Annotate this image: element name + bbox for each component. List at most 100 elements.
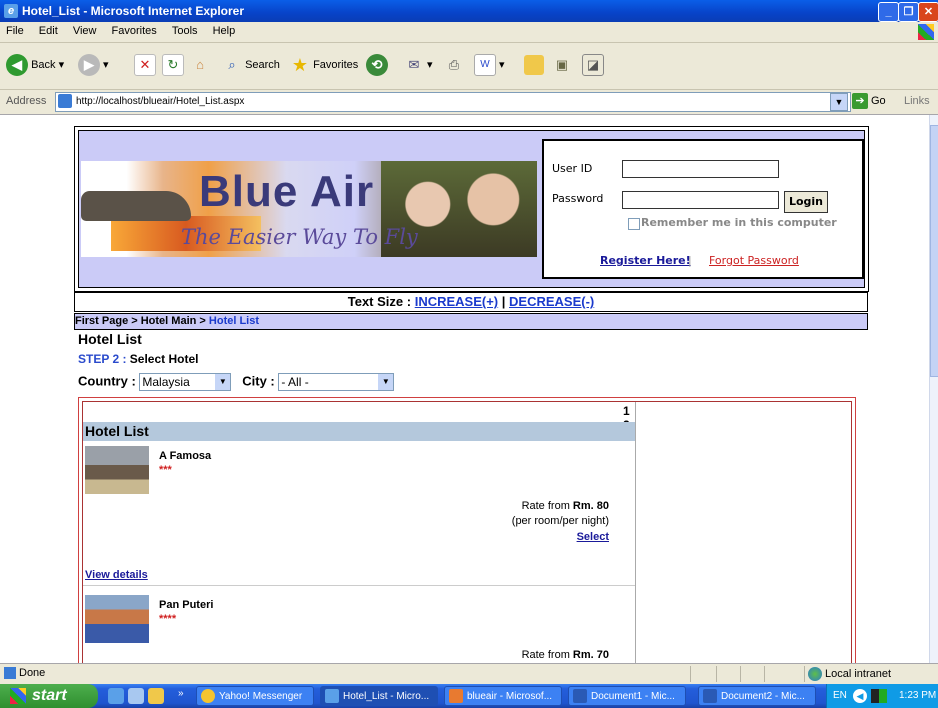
- rate-value: Rm. 70: [572, 649, 609, 661]
- menu-edit[interactable]: Edit: [33, 22, 64, 37]
- chevron-down-icon: ▼: [215, 374, 231, 390]
- menu-favorites[interactable]: Favorites: [106, 22, 163, 37]
- text-size-separator: |: [498, 294, 510, 309]
- vertical-scrollbar[interactable]: [929, 115, 938, 663]
- forgot-password-link[interactable]: Forgot Password: [709, 254, 799, 267]
- taskbar-button-document2[interactable]: Document2 - Mic...: [698, 686, 816, 706]
- minimize-button[interactable]: _: [878, 2, 899, 22]
- address-url: http://localhost/blueair/Hotel_List.aspx: [76, 96, 245, 107]
- address-bar: Address http://localhost/blueair/Hotel_L…: [0, 90, 938, 115]
- address-label: Address: [6, 95, 47, 107]
- menu-view[interactable]: View: [67, 22, 103, 37]
- ie-quicklaunch-icon[interactable]: [108, 688, 124, 704]
- print-button[interactable]: ⎙: [444, 51, 464, 79]
- page-icon: [4, 667, 16, 680]
- chevron-right-icon[interactable]: »: [178, 688, 184, 699]
- folder-button[interactable]: [524, 51, 544, 79]
- close-button[interactable]: ✕: [918, 2, 938, 22]
- history-button[interactable]: ⟲: [366, 51, 388, 79]
- view-details-link[interactable]: View details: [85, 569, 148, 581]
- address-input[interactable]: http://localhost/blueair/Hotel_List.aspx: [55, 92, 851, 112]
- network-icon[interactable]: [871, 689, 887, 703]
- menu-help[interactable]: Help: [207, 22, 242, 37]
- text-size-bar: Text Size : INCREASE(+) | DECREASE(-): [74, 292, 868, 312]
- city-select[interactable]: - All - ▼: [278, 373, 395, 391]
- folder-icon: [524, 55, 544, 76]
- word-icon: [573, 689, 587, 703]
- hotel-list-frame: 1 2 Hotel List A Famosa *** Rate from Rm…: [78, 397, 856, 663]
- login-button[interactable]: Login: [784, 191, 828, 213]
- remember-me-checkbox[interactable]: [628, 218, 640, 230]
- increase-text-link[interactable]: INCREASE(+): [415, 294, 498, 309]
- forward-arrow-icon: ▶: [78, 54, 100, 77]
- taskbar-label: Document1 - Mic...: [591, 691, 675, 702]
- ie-icon: e: [4, 4, 18, 18]
- back-arrow-tray-icon[interactable]: ◀: [853, 689, 867, 703]
- taskbar: start » Yahoo! Messenger Hotel_List - Mi…: [0, 684, 938, 708]
- userid-field[interactable]: [622, 160, 779, 178]
- globe-icon: [808, 667, 822, 681]
- window-title: Hotel_List - Microsoft Internet Explorer: [22, 4, 245, 18]
- history-icon: ⟲: [366, 54, 388, 77]
- favorites-button[interactable]: ★ Favorites: [290, 51, 358, 79]
- mail-button[interactable]: ✉ ▾: [404, 51, 433, 79]
- go-label: Go: [871, 95, 886, 107]
- menu-file[interactable]: File: [0, 22, 30, 37]
- breadcrumb-sep: >: [196, 315, 209, 327]
- edit-button[interactable]: W ▾: [474, 51, 505, 79]
- search-button[interactable]: ⌕ Search: [222, 51, 280, 79]
- explorer-quicklaunch-icon[interactable]: [148, 688, 164, 704]
- go-button[interactable]: ➔ Go: [852, 93, 886, 109]
- taskbar-button-blueair[interactable]: blueair - Microsof...: [444, 686, 562, 706]
- back-button[interactable]: ◀ Back ▾: [6, 51, 64, 79]
- taskbar-button-yahoo[interactable]: Yahoo! Messenger: [196, 686, 314, 706]
- decrease-text-link[interactable]: DECREASE(-): [509, 294, 594, 309]
- home-button[interactable]: ⌂: [190, 51, 210, 79]
- back-arrow-icon: ◀: [6, 54, 28, 77]
- security-zone: Local intranet: [808, 667, 891, 681]
- register-link[interactable]: Register Here!: [600, 254, 691, 267]
- menu-bar: File Edit View Favorites Tools Help: [0, 22, 938, 43]
- text-size-label: Text Size :: [347, 294, 415, 309]
- password-field[interactable]: [622, 191, 779, 209]
- scrollbar-thumb[interactable]: [930, 125, 938, 377]
- taskbar-button-hotel-list[interactable]: Hotel_List - Micro...: [320, 686, 438, 706]
- show-desktop-icon[interactable]: [128, 688, 144, 704]
- hotel-photo[interactable]: [85, 446, 149, 494]
- select-hotel-link[interactable]: Select: [577, 531, 609, 543]
- address-dropdown-icon[interactable]: ▼: [830, 93, 848, 111]
- window-title-bar[interactable]: e Hotel_List - Microsoft Internet Explor…: [0, 0, 938, 22]
- rate-prefix: Rate from: [521, 500, 573, 512]
- search-icon: ⌕: [228, 57, 236, 73]
- maximize-button[interactable]: ❐: [898, 2, 919, 22]
- back-label: Back: [31, 59, 56, 71]
- breadcrumb-first-page[interactable]: First Page: [75, 315, 128, 327]
- start-button[interactable]: start: [0, 684, 98, 708]
- messenger-button[interactable]: ◪: [582, 51, 604, 79]
- taskbar-button-document1[interactable]: Document1 - Mic...: [568, 686, 686, 706]
- taskbar-label: blueair - Microsof...: [467, 691, 553, 702]
- breadcrumb-hotel-main[interactable]: Hotel Main: [141, 315, 197, 327]
- stop-button[interactable]: ✕: [134, 51, 156, 79]
- list-item: Pan Puteri **** Rate from Rm. 70: [83, 595, 635, 663]
- country-label: Country :: [78, 373, 140, 389]
- breadcrumb-sep: >: [128, 315, 141, 327]
- home-icon: ⌂: [196, 57, 204, 73]
- login-panel: User ID Password Login Remember me in th…: [542, 139, 864, 279]
- page-content: Blue Air The Easier Way To Fly User ID P…: [0, 115, 929, 663]
- hotel-photo[interactable]: [85, 595, 149, 643]
- research-button[interactable]: ▣: [552, 51, 572, 79]
- rate-value: Rm. 80: [572, 500, 609, 512]
- country-select[interactable]: Malaysia ▼: [139, 373, 232, 391]
- links-label[interactable]: Links: [904, 95, 930, 107]
- menu-tools[interactable]: Tools: [166, 22, 204, 37]
- language-indicator[interactable]: EN: [833, 684, 847, 708]
- refresh-icon: ↻: [162, 54, 184, 77]
- refresh-button[interactable]: ↻: [162, 51, 184, 79]
- forward-button[interactable]: ▶ ▾: [78, 51, 109, 79]
- star-icon: ★: [291, 55, 309, 76]
- step-indicator: STEP 2 : Select Hotel: [78, 352, 199, 366]
- status-divider: [690, 666, 691, 682]
- clock[interactable]: 1:23 PM: [899, 684, 936, 708]
- pager-page-1: 1: [623, 404, 630, 418]
